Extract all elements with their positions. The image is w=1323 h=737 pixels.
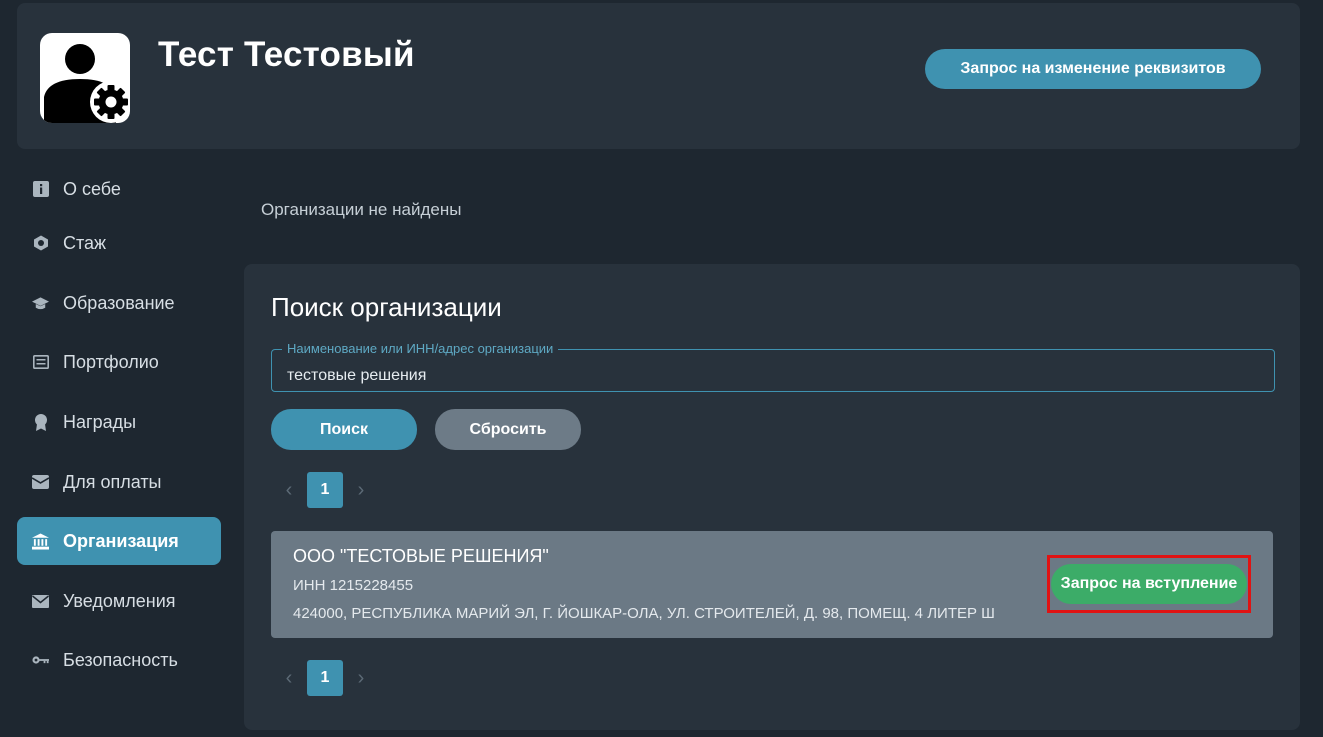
organization-search-input[interactable] xyxy=(272,350,1274,391)
profile-header: Тест Тестовый Запрос на изменение реквиз… xyxy=(17,3,1300,149)
sidebar-item-label: Для оплаты xyxy=(63,471,162,492)
no-organizations-message: Организации не найдены xyxy=(261,200,462,219)
sidebar-item-label: Стаж xyxy=(63,232,107,253)
sidebar-item-notifications[interactable]: Уведомления xyxy=(17,577,221,625)
sidebar-item-label: Безопасность xyxy=(63,649,178,670)
organization-search-panel: Поиск организации Наименование или ИНН/а… xyxy=(244,264,1300,730)
pagination-top: ‹ 1 › xyxy=(271,472,379,508)
sidebar-item-payment[interactable]: Для оплаты xyxy=(17,458,221,506)
sidebar-item-experience[interactable]: Стаж xyxy=(17,219,221,267)
portfolio-icon xyxy=(32,354,49,371)
sidebar-item-label: Организация xyxy=(63,530,179,551)
sidebar-item-organization[interactable]: Организация xyxy=(17,517,221,565)
organization-address: 424000, РЕСПУБЛИКА МАРИЙ ЭЛ, Г. ЙОШКАР-О… xyxy=(293,605,995,622)
next-page-icon[interactable]: › xyxy=(343,660,379,696)
highlight-frame: Запрос на вступление xyxy=(1047,555,1251,613)
hexagon-icon xyxy=(32,235,49,252)
organization-inn: ИНН 1215228455 xyxy=(293,577,414,594)
info-icon xyxy=(32,181,49,198)
organization-card: ООО "ТЕСТОВЫЕ РЕШЕНИЯ" ИНН 1215228455 42… xyxy=(271,531,1273,638)
sidebar-item-label: Портфолио xyxy=(63,351,159,372)
prev-page-icon[interactable]: ‹ xyxy=(271,472,307,508)
sidebar-item-portfolio[interactable]: Портфолио xyxy=(17,338,221,386)
envelope-icon xyxy=(32,593,49,610)
organization-search-field: Наименование или ИНН/адрес организации xyxy=(271,341,1275,392)
organization-name: ООО "ТЕСТОВЫЕ РЕШЕНИЯ" xyxy=(293,546,549,566)
sidebar-item-label: О себе xyxy=(63,178,121,199)
page-button[interactable]: 1 xyxy=(307,660,343,696)
user-name: Тест Тестовый xyxy=(158,35,415,74)
search-field-label: Наименование или ИНН/адрес организации xyxy=(282,341,559,356)
user-settings-icon xyxy=(44,44,130,123)
key-icon xyxy=(32,652,49,669)
panel-title: Поиск организации xyxy=(271,292,502,322)
avatar xyxy=(40,33,130,123)
next-page-icon[interactable]: › xyxy=(343,472,379,508)
page-button[interactable]: 1 xyxy=(307,472,343,508)
reset-button[interactable]: Сбросить xyxy=(435,409,581,450)
sidebar-item-security[interactable]: Безопасность xyxy=(17,636,221,684)
graduation-cap-icon xyxy=(32,295,49,312)
sidebar-item-education[interactable]: Образование xyxy=(17,279,221,327)
sidebar-item-about[interactable]: О себе xyxy=(17,165,221,213)
sidebar-item-awards[interactable]: Награды xyxy=(17,398,221,446)
award-icon xyxy=(32,413,49,431)
wallet-icon xyxy=(32,474,49,491)
bank-icon xyxy=(32,532,49,550)
prev-page-icon[interactable]: ‹ xyxy=(271,660,307,696)
request-details-change-button[interactable]: Запрос на изменение реквизитов xyxy=(925,49,1261,89)
sidebar-item-label: Награды xyxy=(63,411,137,432)
pagination-bottom: ‹ 1 › xyxy=(271,660,379,696)
sidebar-item-label: Уведомления xyxy=(63,590,176,611)
search-button[interactable]: Поиск xyxy=(271,409,417,450)
sidebar-item-label: Образование xyxy=(63,292,175,313)
join-request-button[interactable]: Запрос на вступление xyxy=(1051,564,1247,604)
